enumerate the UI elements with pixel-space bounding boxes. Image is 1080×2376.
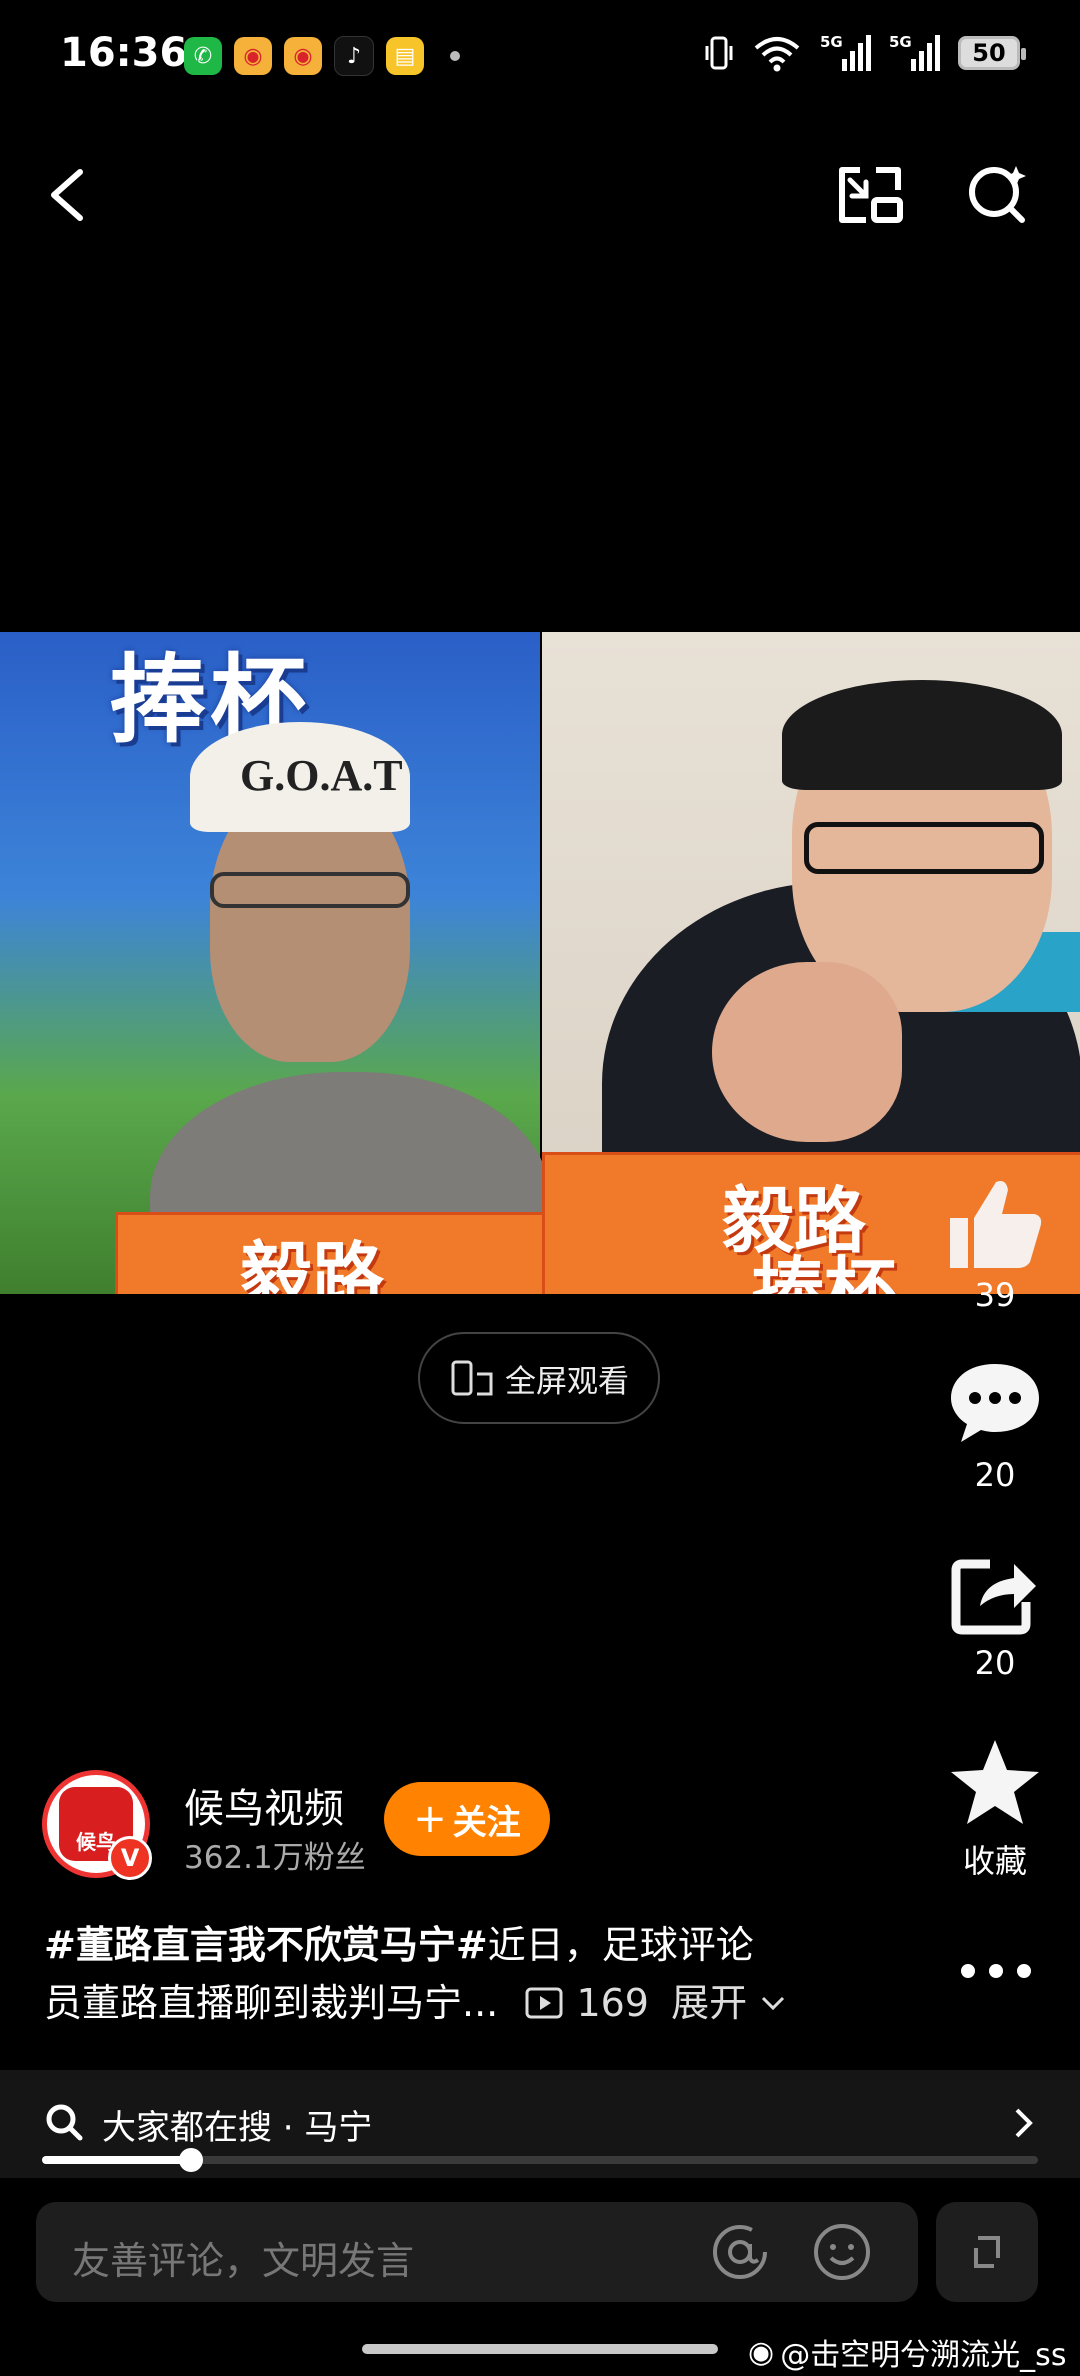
- signal-icon: 5G: [820, 33, 871, 71]
- weibo-icon: ◉: [748, 2334, 775, 2370]
- search-icon: [46, 2104, 83, 2141]
- network-type: 5G: [889, 33, 912, 51]
- more-dots-icon: [961, 1964, 1031, 1978]
- like-button[interactable]: 39: [930, 1168, 1060, 1314]
- status-time: 16:36: [60, 30, 188, 76]
- star-icon: [951, 1740, 1039, 1824]
- play-icon: [525, 1987, 563, 2019]
- description-text: 员董路直播聊到裁判马宁...: [44, 1981, 499, 2025]
- weibo-icon: ◉: [284, 37, 322, 75]
- share-count: 20: [974, 1644, 1016, 1682]
- comment-count: 20: [974, 1456, 1016, 1494]
- rotate-screen-icon: [451, 1360, 493, 1396]
- glasses: [210, 872, 410, 908]
- follow-label: 关注: [452, 1802, 521, 1843]
- hair: [782, 680, 1062, 790]
- fullscreen-button[interactable]: 全屏观看: [418, 1332, 660, 1424]
- video-description[interactable]: #董路直言我不欣赏马宁#近日，足球评论 员董路直播聊到裁判马宁... 169 展…: [44, 1916, 844, 2032]
- signal-icon: 5G: [889, 33, 940, 71]
- chevron-right-icon: [1015, 2108, 1033, 2138]
- author-fans: 362.1万粉丝: [184, 1840, 366, 1876]
- emoji-icon[interactable]: [812, 2222, 872, 2282]
- related-search-text[interactable]: 大家都在搜 · 马宁: [102, 2100, 372, 2149]
- fullscreen-label: 全屏观看: [505, 1363, 629, 1400]
- chevron-left-icon: [51, 169, 83, 221]
- thumbs-up-icon: [950, 1181, 1042, 1268]
- comment-button[interactable]: 20: [930, 1358, 1060, 1494]
- follow-button[interactable]: + 关注: [384, 1782, 550, 1856]
- expand-icon: [974, 2236, 1000, 2268]
- home-indicator[interactable]: [362, 2344, 718, 2354]
- expand-comments-button[interactable]: [936, 2202, 1038, 2302]
- progress-fill: [42, 2156, 191, 2164]
- vibrate-icon: [705, 36, 733, 70]
- sign-text: 毅路: [240, 1234, 385, 1294]
- pip-icon: [839, 167, 903, 223]
- notification-icons: ✆ ◉ ◉ ♪ ▤: [184, 36, 460, 76]
- watermark-text: @击空明兮溯流光_ss: [780, 2338, 1067, 2373]
- at-mention-icon[interactable]: [710, 2222, 770, 2282]
- watermark: ◉ @击空明兮溯流光_ss: [748, 2330, 1066, 2374]
- video-player[interactable]: 捧杯 G.O.A.T 毅路 毅路 捧杯: [0, 632, 1080, 1294]
- wifi-icon: [754, 37, 800, 72]
- search-button[interactable]: [962, 158, 1032, 228]
- favorite-label: 收藏: [962, 1842, 1027, 1880]
- like-count: 39: [974, 1276, 1016, 1314]
- tiktok-icon: ♪: [334, 36, 374, 76]
- battery-icon: 50: [958, 36, 1026, 70]
- expand-label: 展开: [671, 1981, 748, 2025]
- sign-text: 捧杯: [752, 1249, 897, 1294]
- play-count: 169: [524, 1981, 661, 2025]
- more-notifications-dot: [450, 51, 460, 61]
- more-button[interactable]: [958, 1956, 1034, 1986]
- progress-handle[interactable]: [179, 2148, 203, 2172]
- picture-in-picture-button[interactable]: [836, 160, 906, 230]
- chevron-down-icon: [762, 1996, 785, 2011]
- back-button[interactable]: [40, 160, 100, 230]
- cap-text: G.O.A.T: [240, 751, 403, 800]
- wechat-icon: ✆: [184, 37, 222, 75]
- verified-badge-icon: V: [108, 1836, 152, 1880]
- search-icon: [969, 166, 1026, 223]
- expand-button[interactable]: 展开: [671, 1981, 787, 2025]
- favorite-button[interactable]: 收藏: [930, 1736, 1060, 1882]
- glasses: [804, 822, 1044, 874]
- comment-bubble-icon: [951, 1364, 1039, 1442]
- hand: [712, 962, 902, 1142]
- author-name[interactable]: 候鸟视频: [184, 1776, 344, 1834]
- network-type: 5G: [820, 33, 843, 51]
- status-indicators: 5G 5G 50: [704, 33, 1026, 72]
- share-icon: [951, 1559, 1036, 1635]
- description-text: 近日，足球评论: [487, 1923, 754, 1967]
- play-count-value: 169: [576, 1981, 649, 2025]
- notes-icon: ▤: [386, 37, 424, 75]
- plus-icon: +: [413, 1796, 447, 1842]
- video-left-panel: 捧杯 G.O.A.T 毅路: [0, 632, 551, 1294]
- share-button[interactable]: 20: [930, 1556, 1060, 1682]
- weibo-icon: ◉: [234, 37, 272, 75]
- comment-placeholder: 友善评论，文明发言: [72, 2239, 415, 2283]
- hashtag-link[interactable]: #董路直言我不欣赏马宁#: [44, 1923, 488, 1967]
